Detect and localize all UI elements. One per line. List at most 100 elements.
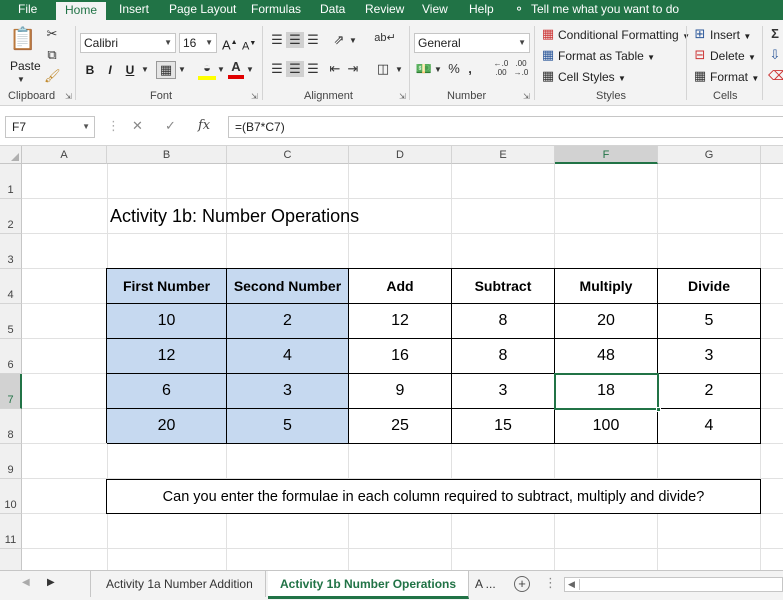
cell-styles-button[interactable]: Cell Styles ▼	[558, 69, 626, 87]
select-all-corner[interactable]	[0, 146, 22, 164]
column-header-f[interactable]: F	[555, 146, 658, 164]
orientation-icon[interactable]: ⇗	[328, 32, 350, 48]
table-cell[interactable]: 4	[227, 339, 349, 374]
percent-button[interactable]: %	[446, 61, 462, 77]
row-header-2[interactable]: 2	[0, 199, 22, 234]
chevron-down-icon[interactable]: ▼	[246, 62, 254, 78]
add-sheet-button[interactable]: +	[514, 576, 530, 592]
worksheet-grid[interactable]: A B C D E F G 1 2 3 4 5 6 7 8 9 10 11 Ac…	[0, 146, 783, 570]
number-format-dropdown[interactable]: General ▼	[414, 33, 530, 53]
number-launcher-icon[interactable]: ⇲	[523, 92, 530, 101]
tab-home[interactable]: Home	[56, 0, 107, 20]
chevron-down-icon[interactable]: ▼	[17, 72, 25, 88]
format-cells-button[interactable]: Format ▼	[710, 69, 759, 87]
wrap-text-icon[interactable]: ab↵	[374, 30, 396, 46]
row-header-7[interactable]: 7	[0, 374, 22, 409]
table-cell[interactable]: 10	[107, 304, 227, 339]
row-header-9[interactable]: 9	[0, 444, 22, 479]
table-cell[interactable]: 5	[227, 409, 349, 444]
table-cell[interactable]: 25	[349, 409, 452, 444]
conditional-formatting-icon[interactable]: ▦	[540, 26, 556, 42]
column-header-d[interactable]: D	[349, 146, 452, 164]
sheet-tab-activity-1b[interactable]: Activity 1b Number Operations	[268, 571, 470, 599]
row-header-3[interactable]: 3	[0, 234, 22, 269]
tab-page-layout[interactable]: Page Layout	[169, 0, 236, 20]
chevron-down-icon[interactable]: ▼	[349, 33, 357, 49]
chevron-down-icon[interactable]: ▼	[217, 62, 225, 78]
increase-decimal-icon[interactable]: ←.0.00	[492, 59, 510, 77]
autosum-icon[interactable]: Σ	[768, 26, 782, 42]
insert-function-icon[interactable]: fx	[198, 118, 210, 133]
formula-input[interactable]: =(B7*C7)	[228, 116, 783, 138]
table-cell[interactable]: 2	[658, 374, 761, 409]
row-header-6[interactable]: 6	[0, 339, 22, 374]
row-header-1[interactable]: 1	[0, 164, 22, 199]
format-as-table-icon[interactable]: ▦	[540, 47, 556, 63]
format-painter-icon[interactable]: 🖌	[44, 68, 61, 84]
align-bottom-icon[interactable]: ☰	[304, 32, 322, 48]
table-cell[interactable]: 15	[452, 409, 555, 444]
table-cell[interactable]: 2	[227, 304, 349, 339]
active-cell[interactable]: 18	[555, 374, 658, 409]
tab-help[interactable]: Help	[469, 0, 494, 20]
paste-icon[interactable]: 📋	[8, 26, 38, 52]
header-multiply[interactable]: Multiply	[555, 269, 658, 304]
chevron-down-icon[interactable]: ▼	[434, 62, 442, 78]
accounting-format-icon[interactable]: 💵	[414, 61, 434, 77]
underline-button[interactable]: U	[120, 60, 140, 80]
tab-insert[interactable]: Insert	[119, 0, 149, 20]
font-name-dropdown[interactable]: Calibri ▼	[80, 33, 176, 53]
copy-icon[interactable]: ⧉	[44, 47, 60, 63]
insert-cells-icon[interactable]: ⊞	[692, 26, 708, 42]
table-cell[interactable]: 3	[227, 374, 349, 409]
table-cell[interactable]: 9	[349, 374, 452, 409]
table-cell[interactable]: 20	[555, 304, 658, 339]
align-top-icon[interactable]: ☰	[268, 32, 286, 48]
column-header-partial[interactable]	[761, 146, 783, 164]
borders-icon[interactable]: ▦	[156, 61, 176, 79]
sheet-tab-activity-1a[interactable]: Activity 1a Number Addition	[94, 571, 266, 597]
column-header-e[interactable]: E	[452, 146, 555, 164]
delete-cells-icon[interactable]: ⊟	[692, 47, 708, 63]
sheet-title[interactable]: Activity 1b: Number Operations	[110, 206, 359, 227]
header-subtract[interactable]: Subtract	[452, 269, 555, 304]
cut-icon[interactable]: ✂	[44, 26, 60, 42]
decrease-decimal-icon[interactable]: .00 →.0	[512, 59, 530, 77]
table-cell[interactable]: 16	[349, 339, 452, 374]
format-cells-icon[interactable]: ▦	[692, 68, 708, 84]
delete-cells-button[interactable]: Delete ▼	[710, 48, 756, 66]
table-cell[interactable]: 6	[107, 374, 227, 409]
table-cell[interactable]: 4	[658, 409, 761, 444]
clear-icon[interactable]: ⌫	[768, 68, 783, 84]
table-cell[interactable]: 3	[658, 339, 761, 374]
chevron-down-icon[interactable]: ▼	[141, 62, 149, 78]
chevron-down-icon[interactable]: ▼	[395, 62, 403, 78]
table-cell[interactable]: 48	[555, 339, 658, 374]
scroll-left-icon[interactable]: ◀	[568, 578, 575, 591]
table-cell[interactable]: 20	[107, 409, 227, 444]
tab-view[interactable]: View	[422, 0, 448, 20]
merge-center-icon[interactable]: ◫	[374, 61, 392, 77]
header-first-number[interactable]: First Number	[107, 269, 227, 304]
alignment-launcher-icon[interactable]: ⇲	[399, 92, 406, 101]
font-color-icon[interactable]: A	[228, 59, 244, 79]
bold-button[interactable]: B	[80, 60, 100, 80]
align-center-icon[interactable]: ☰	[286, 61, 304, 77]
insert-cells-button[interactable]: Insert ▼	[710, 27, 751, 45]
horizontal-scrollbar[interactable]: ◀	[564, 577, 783, 592]
format-as-table-button[interactable]: Format as Table ▼	[558, 48, 655, 66]
row-header-4[interactable]: 4	[0, 269, 22, 304]
column-header-g[interactable]: G	[658, 146, 761, 164]
enter-icon[interactable]: ✓	[165, 118, 176, 134]
more-options-icon[interactable]: ⋮	[107, 118, 120, 134]
header-second-number[interactable]: Second Number	[227, 269, 349, 304]
grow-font-button[interactable]: A▲	[222, 35, 238, 53]
row-header-5[interactable]: 5	[0, 304, 22, 339]
tab-formulas[interactable]: Formulas	[251, 0, 301, 20]
cell-styles-icon[interactable]: ▦	[540, 68, 556, 84]
row-header-12[interactable]	[0, 549, 22, 570]
table-cell[interactable]: 8	[452, 304, 555, 339]
shrink-font-button[interactable]: A▼	[242, 36, 256, 55]
table-cell[interactable]: 3	[452, 374, 555, 409]
header-add[interactable]: Add	[349, 269, 452, 304]
